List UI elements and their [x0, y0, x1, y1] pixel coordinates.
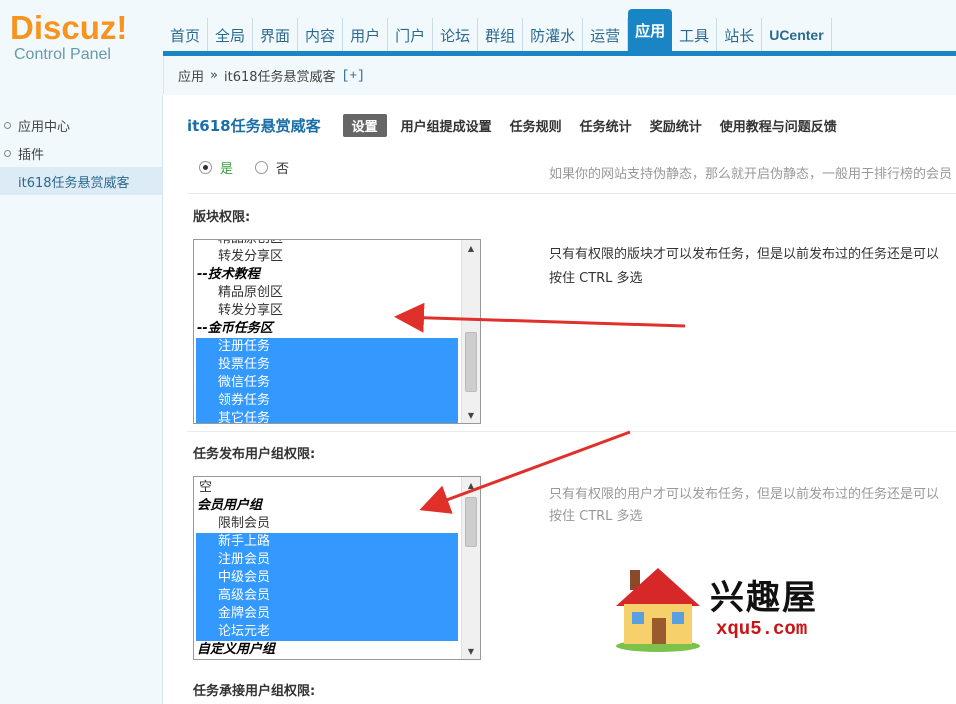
red-arrow-1 — [394, 302, 686, 333]
house-logo-icon — [616, 568, 700, 652]
watermark-url: xqu5.com — [716, 618, 808, 640]
red-arrow-2 — [419, 430, 631, 514]
watermark-text: 兴趣屋 — [710, 578, 818, 618]
watermark: 兴趣屋 xqu5.com — [610, 562, 840, 652]
